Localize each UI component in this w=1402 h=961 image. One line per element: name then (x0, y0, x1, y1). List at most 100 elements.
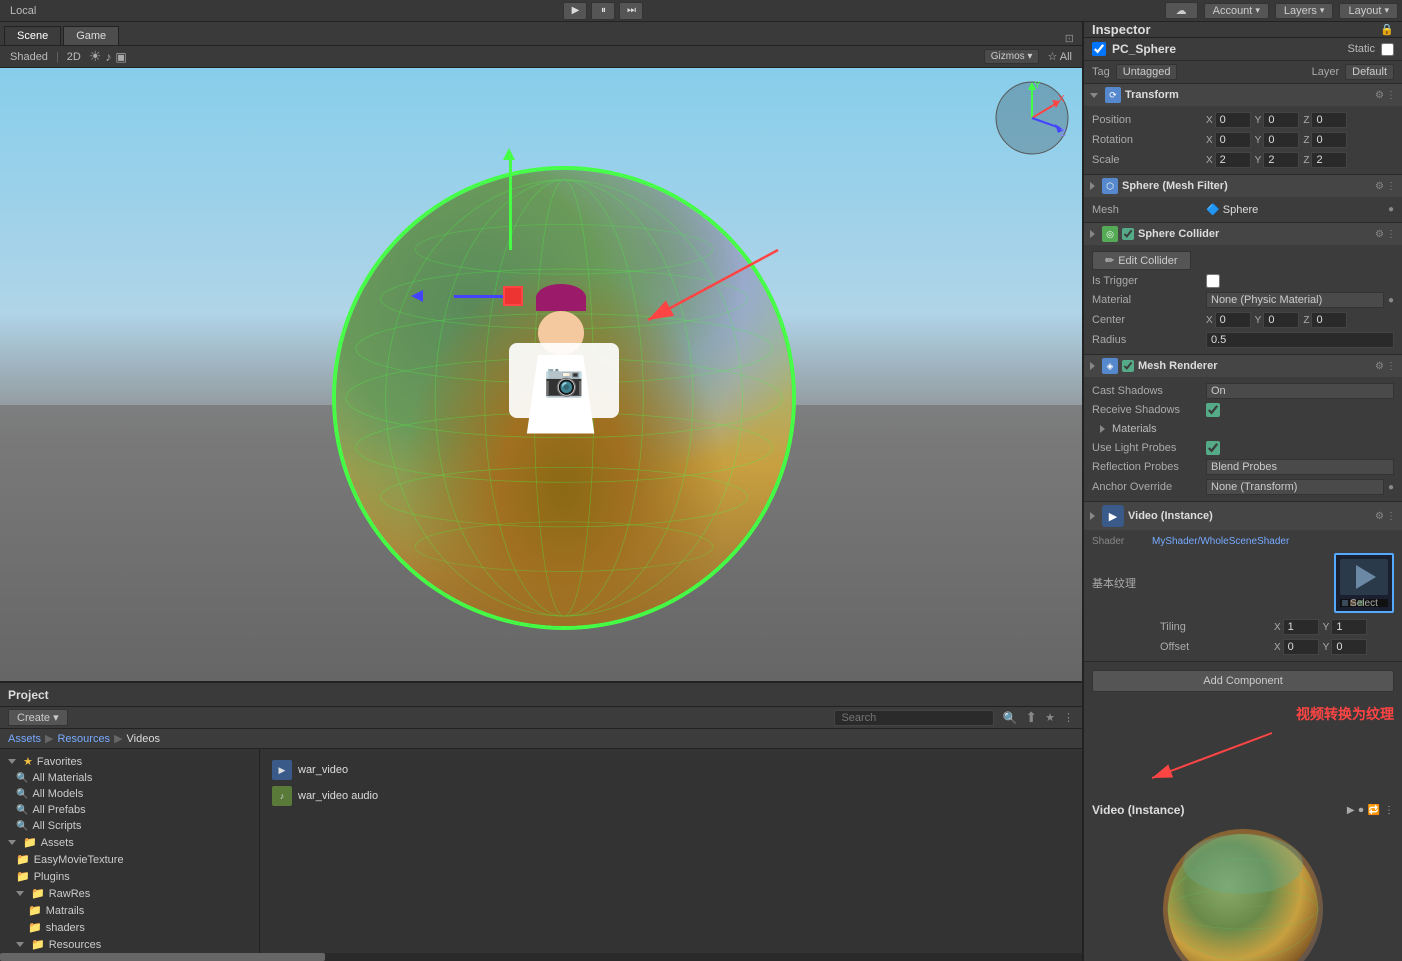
light-toggle[interactable]: ☀ (89, 48, 102, 65)
tag-dropdown[interactable]: Untagged (1116, 64, 1178, 80)
2d-button[interactable]: 2D (63, 51, 85, 63)
rot-y[interactable] (1263, 132, 1299, 148)
create-button[interactable]: Create ▾ (8, 709, 68, 726)
mesh-renderer-header[interactable]: ◈ Mesh Renderer ⚙ ⋮ (1084, 355, 1402, 377)
layers-button[interactable]: Layers (1275, 3, 1334, 19)
tree-plugins[interactable]: 📁 Plugins (4, 868, 255, 885)
static-checkbox[interactable] (1381, 43, 1394, 56)
transform-settings-btn[interactable]: ⚙ (1375, 90, 1384, 101)
step-button[interactable]: ⏭ (619, 2, 643, 20)
tree-shaders[interactable]: 📁 shaders (4, 919, 255, 936)
mesh-select-btn[interactable]: ● (1388, 204, 1394, 215)
transform-icon: ⟳ (1105, 87, 1121, 103)
tree-all-models[interactable]: 🔍 All Models (4, 786, 255, 802)
tiling-y[interactable] (1331, 619, 1367, 635)
is-trigger-check[interactable] (1206, 274, 1220, 288)
anchor-override-row: Anchor Override None (Transform) ● (1092, 477, 1394, 497)
receive-shadows-check[interactable] (1206, 403, 1220, 417)
pos-x[interactable] (1215, 112, 1251, 128)
radius-value[interactable] (1206, 332, 1394, 348)
folder-up-icon[interactable]: ⬆ (1025, 709, 1037, 726)
tiling-x[interactable] (1283, 619, 1319, 635)
video-sphere-preview (1163, 829, 1323, 961)
rot-z[interactable] (1311, 132, 1347, 148)
video-instance-settings[interactable]: ⚙ (1375, 511, 1384, 522)
lock-icon[interactable]: 🔒 (1380, 23, 1394, 36)
offset-x[interactable] (1283, 639, 1319, 655)
material-select[interactable]: ● (1388, 295, 1394, 306)
pos-z[interactable] (1311, 112, 1347, 128)
edit-collider-btn[interactable]: ✏ Edit Collider (1092, 251, 1191, 270)
assets-folder[interactable]: 📁 Assets (4, 834, 255, 851)
tree-all-prefabs[interactable]: 🔍 All Prefabs (4, 802, 255, 818)
sphere-collider-settings[interactable]: ⚙ (1375, 229, 1384, 240)
mesh-filter-menu-btn[interactable]: ⋮ (1386, 181, 1396, 192)
tree-easymovie[interactable]: 📁 EasyMovieTexture (4, 851, 255, 868)
viewport[interactable]: 📷 Y (0, 68, 1082, 681)
account-button[interactable]: Account (1204, 3, 1269, 19)
mesh-renderer-settings[interactable]: ⚙ (1375, 361, 1384, 372)
tree-matrails[interactable]: 📁 Matrails (4, 902, 255, 919)
video-instance-header[interactable]: ▶ Video (Instance) ⚙ ⋮ (1084, 502, 1402, 530)
cloud-button[interactable]: ☁ (1165, 2, 1198, 19)
material-dropdown[interactable]: None (Physic Material) (1206, 292, 1384, 308)
gizmos-button[interactable]: Gizmos ▾ (984, 49, 1040, 64)
star-icon[interactable]: ★ (1045, 711, 1055, 724)
vi-stop-btn[interactable]: ⏺ (1359, 805, 1364, 816)
center-y[interactable] (1263, 312, 1299, 328)
vi-play-btn[interactable]: ▶ (1347, 805, 1355, 816)
scale-x[interactable] (1215, 152, 1251, 168)
scale-y[interactable] (1263, 152, 1299, 168)
cast-shadows-dropdown[interactable]: On (1206, 383, 1394, 399)
layout-button[interactable]: Layout (1339, 3, 1398, 19)
anchor-override-dropdown[interactable]: None (Transform) (1206, 479, 1384, 495)
tree-all-scripts[interactable]: 🔍 All Scripts (4, 818, 255, 834)
scale-z[interactable] (1311, 152, 1347, 168)
transform-menu-btn[interactable]: ⋮ (1386, 90, 1396, 101)
fx-toggle[interactable]: ▣ (115, 50, 126, 64)
all-button[interactable]: ☆ All (1043, 50, 1076, 63)
tree-all-materials[interactable]: 🔍 All Materials (4, 770, 255, 786)
pause-button[interactable]: ⏸ (591, 2, 615, 20)
mesh-renderer-toggle[interactable] (1122, 360, 1134, 372)
pos-y[interactable] (1263, 112, 1299, 128)
center-z[interactable] (1311, 312, 1347, 328)
texture-preview[interactable]: Select (1334, 553, 1394, 613)
add-component-button[interactable]: Add Component (1092, 670, 1394, 692)
shading-selector[interactable]: Shaded (6, 51, 52, 63)
video-instance-menu[interactable]: ⋮ (1386, 511, 1396, 522)
reflection-probes-dropdown[interactable]: Blend Probes (1206, 459, 1394, 475)
materials-header[interactable]: Materials (1100, 421, 1386, 437)
sphere-collider-header[interactable]: ◎ Sphere Collider ⚙ ⋮ (1084, 223, 1402, 245)
rot-x[interactable] (1215, 132, 1251, 148)
tree-rawres[interactable]: 📁 RawRes (4, 885, 255, 902)
layer-dropdown[interactable]: Default (1345, 64, 1394, 80)
project-search[interactable] (834, 710, 994, 726)
center-x[interactable] (1215, 312, 1251, 328)
go-active-checkbox[interactable] (1092, 42, 1106, 56)
favorites-folder[interactable]: ★ Favorites (4, 753, 255, 770)
position-row: Position X Y Z (1092, 110, 1394, 130)
asset-war-video[interactable]: ▶ war_video (268, 757, 1074, 783)
use-light-probes-check[interactable] (1206, 441, 1220, 455)
transform-comp-header[interactable]: ⟳ Transform ⚙ ⋮ (1084, 84, 1402, 106)
sphere-collider-menu[interactable]: ⋮ (1386, 229, 1396, 240)
play-button[interactable]: ▶ (563, 2, 587, 20)
asset-war-video-audio[interactable]: ♪ war_video audio (268, 783, 1074, 809)
vi-loop-btn[interactable]: 🔁 (1368, 805, 1380, 816)
tab-game[interactable]: Game (63, 26, 119, 45)
assets-scrollbar[interactable] (0, 953, 1082, 961)
tab-scene[interactable]: Scene (4, 26, 61, 45)
maximize-icon[interactable]: ⊡ (1065, 32, 1074, 45)
mesh-filter-settings-btn[interactable]: ⚙ (1375, 181, 1384, 192)
offset-y[interactable] (1331, 639, 1367, 655)
anchor-select[interactable]: ● (1388, 482, 1394, 493)
sphere-collider-toggle[interactable] (1122, 228, 1134, 240)
audio-toggle[interactable]: ♪ (105, 50, 111, 64)
mesh-filter-header[interactable]: ⬡ Sphere (Mesh Filter) ⚙ ⋮ (1084, 175, 1402, 197)
tree-resources[interactable]: 📁 Resources (4, 936, 255, 953)
vi-more-btn[interactable]: ⋮ (1384, 805, 1394, 816)
more-icon[interactable]: ⋮ (1063, 711, 1074, 724)
mesh-renderer-menu[interactable]: ⋮ (1386, 361, 1396, 372)
shader-value[interactable]: MyShader/WholeSceneShader (1152, 536, 1289, 547)
